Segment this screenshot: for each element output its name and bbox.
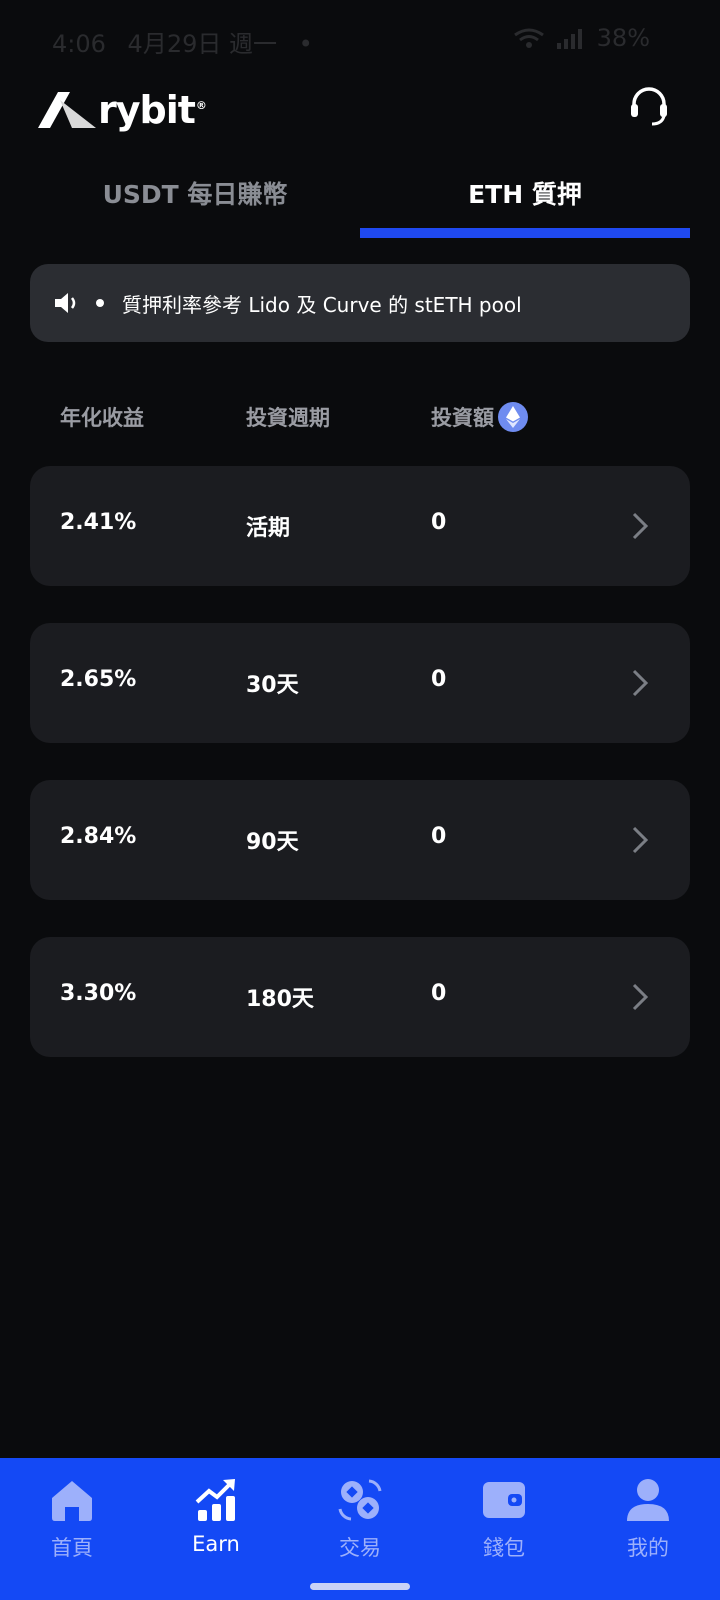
row-amount: 0 [431, 824, 447, 849]
status-dot: • [298, 30, 313, 58]
col-amount-label: 投資額 [431, 406, 494, 430]
status-left: 4:06 4月29日 週一 • [52, 24, 313, 59]
signal-icon [556, 29, 582, 49]
product-row[interactable]: 3.30% 180天 0 [30, 937, 690, 1057]
profile-icon [627, 1479, 669, 1521]
headset-support-icon[interactable] [628, 84, 670, 126]
col-apy: 年化收益 [60, 406, 144, 430]
status-bar: 4:06 4月29日 週一 • 38% [0, 0, 720, 78]
notice-bullet [96, 299, 104, 307]
nav-profile[interactable]: 我的 [576, 1476, 720, 1586]
row-apy: 2.41% [60, 510, 137, 535]
nav-label: 交易 [339, 1536, 381, 1560]
status-date: 4月29日 週一 [127, 30, 277, 58]
battery-level: 38% [596, 24, 650, 52]
product-row[interactable]: 2.84% 90天 0 [30, 780, 690, 900]
col-period: 投資週期 [246, 406, 330, 430]
app-header: rybit® [0, 78, 720, 148]
row-amount: 0 [431, 981, 447, 1006]
logo-mark-icon [38, 92, 96, 128]
row-apy: 2.84% [60, 824, 137, 849]
notice-banner: 質押利率參考 Lido 及 Curve 的 stETH pool [30, 264, 690, 342]
status-time: 4:06 [52, 30, 106, 58]
col-amount: 投資額 [431, 402, 528, 432]
chevron-right-icon [632, 669, 649, 697]
earn-icon [195, 1479, 235, 1521]
product-row[interactable]: 2.41% 活期 0 [30, 466, 690, 586]
bottom-nav: 首頁 Earn 交易 錢包 我的 [0, 1458, 720, 1600]
row-amount: 0 [431, 667, 447, 692]
row-period: 30天 [246, 673, 299, 698]
row-amount: 0 [431, 510, 447, 535]
rybit-logo: rybit® [38, 88, 207, 132]
nav-wallet[interactable]: 錢包 [432, 1476, 576, 1586]
speaker-icon [55, 293, 76, 313]
app-name: rybit® [98, 88, 207, 132]
column-headers: 年化收益 投資週期 投資額 [0, 396, 720, 436]
product-row[interactable]: 2.65% 30天 0 [30, 623, 690, 743]
product-tabs: USDT 每日賺幣 ETH 質押 [30, 160, 690, 242]
wifi-icon [513, 28, 544, 48]
chevron-right-icon [632, 983, 649, 1011]
nav-label: 錢包 [483, 1536, 525, 1560]
nav-earn[interactable]: Earn [144, 1476, 288, 1586]
row-period: 180天 [246, 987, 314, 1012]
status-right: 38% [513, 24, 650, 52]
nav-label: 我的 [627, 1536, 669, 1560]
row-apy: 3.30% [60, 981, 137, 1006]
chevron-right-icon [632, 512, 649, 540]
nav-label: Earn [192, 1532, 240, 1556]
nav-home[interactable]: 首頁 [0, 1476, 144, 1586]
active-tab-indicator [360, 228, 690, 238]
row-apy: 2.65% [60, 667, 137, 692]
chevron-right-icon [632, 826, 649, 854]
notice-text: 質押利率參考 Lido 及 Curve 的 stETH pool [122, 292, 522, 317]
home-icon [52, 1481, 92, 1521]
tab-usdt-daily-earn[interactable]: USDT 每日賺幣 [30, 160, 360, 242]
wallet-icon [483, 1482, 525, 1518]
home-indicator[interactable] [310, 1583, 410, 1590]
row-period: 活期 [246, 516, 291, 541]
nav-trade[interactable]: 交易 [288, 1476, 432, 1586]
nav-label: 首頁 [51, 1536, 93, 1560]
trade-icon [338, 1479, 382, 1521]
row-period: 90天 [246, 830, 299, 855]
eth-icon [498, 402, 528, 432]
